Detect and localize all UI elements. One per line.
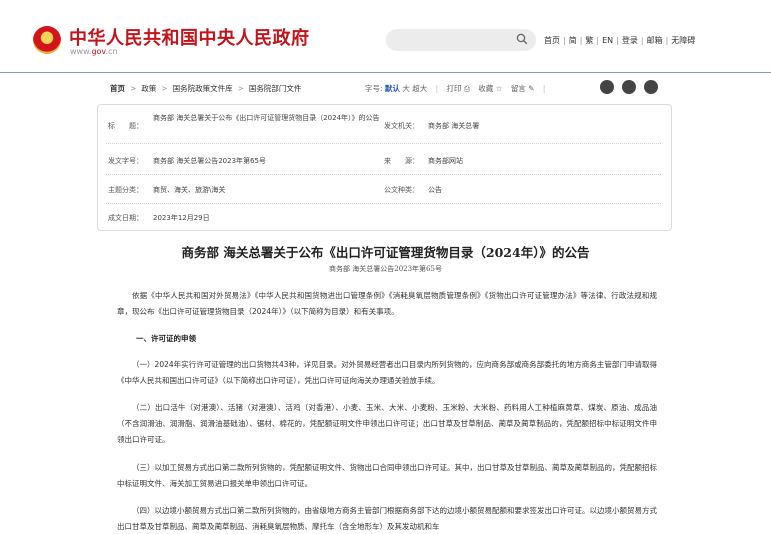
site-url: www.gov.cn <box>70 47 118 56</box>
link-traditional[interactable]: 繁 <box>585 36 593 45</box>
article-paragraph-4: （四）以边境小额贸易方式出口第二款所列货物的，由省级地方商务主管部门根据商务部下… <box>117 506 657 531</box>
title-value: 商务部 海关总署关于公布《出口许可证管理货物目录（2024年）》的公告 <box>153 114 380 122</box>
breadcrumb: 首页 > 政策 > 国务院政策文件库 > 国务院部门文件 <box>110 84 302 93</box>
print-button[interactable]: 打印 ⎙ <box>447 84 470 93</box>
font-size-large[interactable]: 大 <box>402 84 410 93</box>
national-emblem-icon[interactable] <box>33 26 61 54</box>
breadcrumb-policy[interactable]: 政策 <box>141 84 156 93</box>
article-title: 商务部 海关总署关于公布《出口许可证管理货物目录（2024年）》的公告 <box>181 245 590 260</box>
article-toolbar: 字号: 默认 大 超大 | 打印 ⎙ 收藏 ☆ 留言 ✎ | <box>365 84 546 93</box>
link-simplified[interactable]: 简 <box>569 36 577 45</box>
comment-button[interactable]: 留言 ✎ <box>511 84 535 93</box>
breadcrumb-department-docs[interactable]: 国务院部门文件 <box>249 84 302 93</box>
article-paragraph-1: （一）2024年实行许可证管理的出口货物共43种，详见目录。对外贸易经营者出口目… <box>117 360 657 385</box>
docno-label: 发文字号： <box>108 157 143 165</box>
docno-value: 商务部 海关总署公告2023年第65号 <box>153 157 266 165</box>
info-row-date: 成文日期： 2023年12月29日 <box>106 204 661 230</box>
top-links: 首页 | 简 | 繁 | EN | 登录 | 邮箱 | 无障碍 <box>544 36 696 45</box>
info-row-docno: 发文字号： 商务部 海关总署公告2023年第65号 来 源： 商务部网站 <box>106 144 661 175</box>
issuer-label: 发文机关： <box>384 122 419 130</box>
font-size-xlarge[interactable]: 超大 <box>412 84 427 93</box>
article-paragraph-2: （二）出口活牛（对港澳）、活猪（对港澳）、活鸡（对香港）、小麦、玉米、大米、小麦… <box>117 403 657 444</box>
link-english[interactable]: EN <box>602 36 613 45</box>
info-row-topic: 主题分类： 商贸、海关、旅游\海关 公文种类： 公告 <box>106 175 661 204</box>
type-label: 公文种类： <box>384 186 419 194</box>
weibo-icon[interactable] <box>600 80 614 94</box>
section-heading: 一、许可证的申领 <box>136 334 196 343</box>
site-header: 中华人民共和国中央人民政府 www.gov.cn 首页 | 简 | 繁 | EN | 登录 | 邮箱… <box>0 0 771 73</box>
date-label: 成文日期： <box>108 214 143 222</box>
share-icon[interactable] <box>644 80 658 94</box>
date-value: 2023年12月29日 <box>153 214 210 222</box>
star-icon: ☆ <box>495 84 503 93</box>
document-info-table: 标 题： 商务部 海关总署关于公布《出口许可证管理货物目录（2024年）》的公告… <box>97 104 672 231</box>
font-size-label: 字号: <box>365 84 383 93</box>
article-intro: 依据《中华人民共和国对外贸易法》《中华人民共和国货物进出口管理条例》《消耗臭氧层… <box>117 291 657 316</box>
wechat-icon[interactable] <box>622 80 636 94</box>
search-input[interactable] <box>386 29 536 51</box>
link-mail[interactable]: 邮箱 <box>647 36 663 45</box>
info-row-title: 标 题： 商务部 海关总署关于公布《出口许可证管理货物目录（2024年）》的公告… <box>106 105 661 144</box>
link-home[interactable]: 首页 <box>544 36 560 45</box>
article-doc-number: 商务部 海关总署公告2023年第65号 <box>329 265 442 273</box>
print-icon: ⎙ <box>463 84 470 93</box>
title-label: 标 题： <box>108 122 143 130</box>
breadcrumb-home[interactable]: 首页 <box>110 84 125 93</box>
topic-label: 主题分类： <box>108 186 143 194</box>
topic-value: 商贸、海关、旅游\海关 <box>153 186 226 194</box>
favorite-button[interactable]: 收藏 ☆ <box>478 84 502 93</box>
breadcrumb-policy-library[interactable]: 国务院政策文件库 <box>173 84 233 93</box>
issuer-value: 商务部 海关总署 <box>428 122 480 130</box>
article-paragraph-3: （三）以加工贸易方式出口第二款所列货物的，凭配额证明文件、货物出口合同申领出口许… <box>117 463 657 488</box>
source-label: 来 源： <box>384 157 419 165</box>
source-value: 商务部网站 <box>428 157 463 165</box>
type-value: 公告 <box>428 186 442 194</box>
link-login[interactable]: 登录 <box>622 36 638 45</box>
link-accessibility[interactable]: 无障碍 <box>671 36 695 45</box>
pencil-icon: ✎ <box>528 84 535 93</box>
font-size-default[interactable]: 默认 <box>385 84 400 93</box>
search-icon[interactable] <box>516 33 528 45</box>
